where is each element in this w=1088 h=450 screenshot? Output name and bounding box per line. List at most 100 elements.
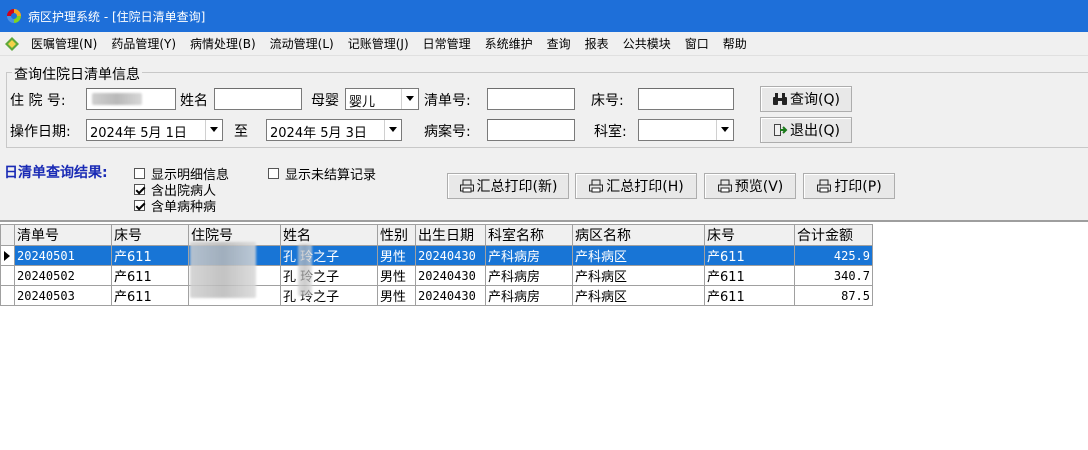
bed-no-label: 床号: <box>591 93 624 109</box>
redacted-inpatient-numbers <box>190 242 256 298</box>
cell-gender[interactable]: 男性 <box>377 285 416 306</box>
row-indicator[interactable] <box>0 285 15 306</box>
column-header[interactable]: 床号 <box>704 224 795 246</box>
date-to-picker[interactable]: 2024年 5月 3日 <box>266 119 402 141</box>
column-header[interactable]: 性别 <box>377 224 416 246</box>
include-single-disease-checkbox[interactable]: 含单病种病 <box>134 196 216 215</box>
menu-app-icon[interactable] <box>4 36 20 52</box>
chevron-down-icon[interactable] <box>716 120 733 140</box>
summary-print-new-button[interactable]: 汇总打印(新) <box>447 173 569 199</box>
cell-bed[interactable]: 产611 <box>111 245 189 266</box>
chevron-down-icon[interactable] <box>401 89 418 109</box>
column-header[interactable]: 病区名称 <box>572 224 705 246</box>
table-row[interactable]: 20240502 产611 孔 玲之子 男性 20240430 产科病房 产科病… <box>0 265 873 286</box>
summary-print-label: 汇总打印(H) <box>606 179 684 195</box>
menu-item-window[interactable]: 窗口 <box>678 35 716 52</box>
cell-birth-date[interactable]: 20240430 <box>415 265 486 286</box>
cell-bed-2[interactable]: 产611 <box>704 285 795 306</box>
cell-name[interactable]: 孔 玲之子 <box>280 285 378 306</box>
exit-door-icon <box>774 124 788 136</box>
menu-item-condition[interactable]: 病情处理(B) <box>183 35 263 52</box>
checkbox-icon[interactable] <box>134 168 145 179</box>
op-date-label: 操作日期: <box>10 124 71 140</box>
query-panel: 查询住院日清单信息 住 院 号: 姓名 母婴 婴儿 清单号: 床号: 查询(Q)… <box>0 56 1088 220</box>
cell-dept[interactable]: 产科病房 <box>485 265 573 286</box>
menu-item-daily[interactable]: 日常管理 <box>416 35 478 52</box>
results-label: 日清单查询结果: <box>4 165 108 181</box>
menu-item-help[interactable]: 帮助 <box>716 35 754 52</box>
row-indicator[interactable] <box>0 245 15 266</box>
bed-no-input[interactable] <box>638 88 734 110</box>
exit-button[interactable]: 退出(Q) <box>760 117 852 143</box>
cell-gender[interactable]: 男性 <box>377 265 416 286</box>
dept-select[interactable] <box>638 119 734 141</box>
menu-item-drugs[interactable]: 药品管理(Y) <box>104 35 183 52</box>
menu-item-billing[interactable]: 记账管理(J) <box>341 35 416 52</box>
cell-dept[interactable]: 产科病房 <box>485 285 573 306</box>
cell-ward[interactable]: 产科病区 <box>572 285 705 306</box>
cell-total[interactable]: 340.7 <box>794 265 873 286</box>
bill-no-input[interactable] <box>487 88 575 110</box>
cell-total[interactable]: 87.5 <box>794 285 873 306</box>
case-no-input[interactable] <box>487 119 575 141</box>
column-header[interactable]: 合计金额 <box>794 224 873 246</box>
printer-icon <box>717 179 732 193</box>
menu-item-orders[interactable]: 医嘱管理(N) <box>24 35 104 52</box>
menu-item-report[interactable]: 报表 <box>578 35 616 52</box>
cell-bed-2[interactable]: 产611 <box>704 245 795 266</box>
printer-icon <box>817 179 832 193</box>
show-unsettled-checkbox[interactable]: 显示未结算记录 <box>268 164 376 183</box>
column-header[interactable]: 出生日期 <box>415 224 486 246</box>
results-grid-area: 清单号 床号 住院号 姓名 性别 出生日期 科室名称 病区名称 床号 合计金额 … <box>0 220 1088 450</box>
name-input[interactable] <box>214 88 302 110</box>
print-button[interactable]: 打印(P) <box>803 173 895 199</box>
checkbox-checked-icon[interactable] <box>134 200 145 211</box>
checkbox-checked-icon[interactable] <box>134 184 145 195</box>
cell-bill-no[interactable]: 20240503 <box>14 285 112 306</box>
column-header[interactable]: 姓名 <box>280 224 378 246</box>
date-to-value: 2024年 5月 3日 <box>270 126 367 141</box>
inpatient-no-label: 住 院 号: <box>10 93 66 109</box>
app-icon <box>7 9 21 23</box>
table-row[interactable]: 20240503 产611 孔 玲之子 男性 20240430 产科病房 产科病… <box>0 285 873 306</box>
table-row[interactable]: 20240501 产611 孔 玲之子 男性 20240430 产科病房 产科病… <box>0 245 873 266</box>
menu-item-flow[interactable]: 流动管理(L) <box>263 35 341 52</box>
binoculars-icon <box>773 93 788 105</box>
chevron-down-icon[interactable] <box>384 120 401 140</box>
preview-button[interactable]: 预览(V) <box>704 173 796 199</box>
cell-ward[interactable]: 产科病区 <box>572 245 705 266</box>
cell-name[interactable]: 孔 玲之子 <box>280 265 378 286</box>
current-row-arrow-icon <box>4 251 10 261</box>
column-header[interactable]: 科室名称 <box>485 224 573 246</box>
cell-bill-no[interactable]: 20240501 <box>14 245 112 266</box>
menu-item-query[interactable]: 查询 <box>540 35 578 52</box>
cell-birth-date[interactable]: 20240430 <box>415 285 486 306</box>
menu-item-system[interactable]: 系统维护 <box>478 35 540 52</box>
cell-ward[interactable]: 产科病区 <box>572 265 705 286</box>
summary-print-new-label: 汇总打印(新) <box>476 179 558 195</box>
row-indicator[interactable] <box>0 265 15 286</box>
mother-baby-select[interactable]: 婴儿 <box>345 88 419 110</box>
cell-name[interactable]: 孔 玲之子 <box>280 245 378 266</box>
column-header[interactable]: 清单号 <box>14 224 112 246</box>
bill-no-label: 清单号: <box>424 93 471 109</box>
menu-bar: 医嘱管理(N) 药品管理(Y) 病情处理(B) 流动管理(L) 记账管理(J) … <box>0 32 1088 56</box>
exit-button-label: 退出(Q) <box>790 123 840 139</box>
date-from-picker[interactable]: 2024年 5月 1日 <box>86 119 223 141</box>
cell-gender[interactable]: 男性 <box>377 245 416 266</box>
cell-bed-2[interactable]: 产611 <box>704 265 795 286</box>
preview-label: 预览(V) <box>734 179 784 195</box>
summary-print-button[interactable]: 汇总打印(H) <box>575 173 697 199</box>
menu-item-public[interactable]: 公共模块 <box>616 35 678 52</box>
search-button[interactable]: 查询(Q) <box>760 86 852 112</box>
cell-bed[interactable]: 产611 <box>111 265 189 286</box>
cell-birth-date[interactable]: 20240430 <box>415 245 486 266</box>
cell-bed[interactable]: 产611 <box>111 285 189 306</box>
checkbox-icon[interactable] <box>268 168 279 179</box>
results-table: 清单号 床号 住院号 姓名 性别 出生日期 科室名称 病区名称 床号 合计金额 … <box>0 224 873 306</box>
chevron-down-icon[interactable] <box>205 120 222 140</box>
cell-dept[interactable]: 产科病房 <box>485 245 573 266</box>
column-header[interactable]: 床号 <box>111 224 189 246</box>
cell-total[interactable]: 425.9 <box>794 245 873 266</box>
cell-bill-no[interactable]: 20240502 <box>14 265 112 286</box>
